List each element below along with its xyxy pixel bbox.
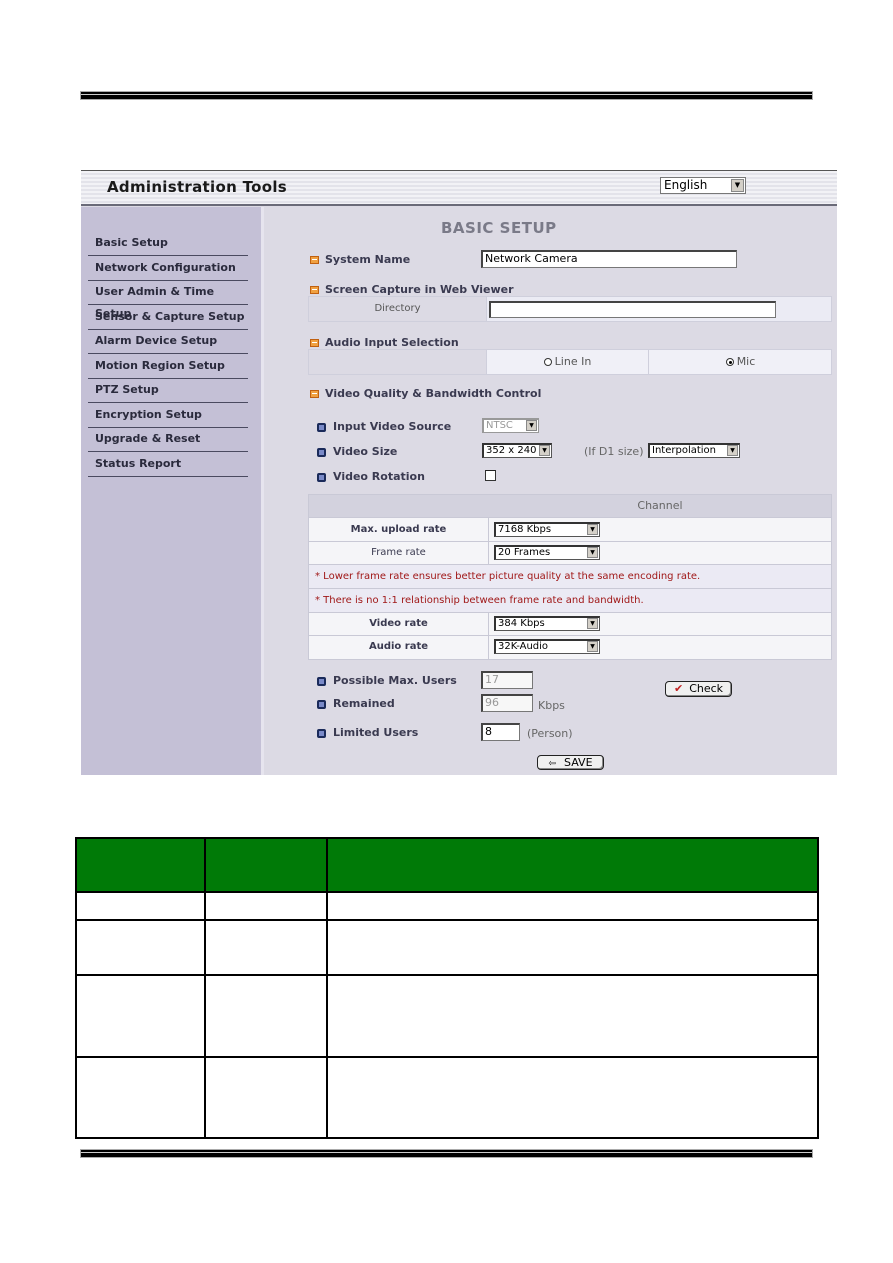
audio-rate-select[interactable]: 32K-Audio ▼ [494,639,600,654]
table-row: Frame rate 20 Frames ▼ [309,542,831,565]
audio-rate-label: Audio rate [309,636,489,659]
bullet-icon [317,447,326,457]
channel-header: Channel [637,499,683,512]
system-name-input[interactable]: Network Camera [481,250,737,268]
sidebar-item-basic-setup[interactable]: Basic Setup [88,232,248,256]
max-upload-rate-select[interactable]: 7168 Kbps ▼ [494,522,600,537]
video-size-select[interactable]: 352 x 240 ▼ [482,443,552,458]
directory-input[interactable] [489,301,776,318]
bullet-icon [317,728,326,738]
radio-icon [543,358,552,366]
bullet-icon [317,472,326,482]
table-row [77,893,817,921]
sidebar-item-user-admin-time-setup[interactable]: User Admin & Time Setup [88,281,248,320]
sidebar-item-network-configuration[interactable]: Network Configuration [88,257,248,281]
sidebar-item-motion-region-setup[interactable]: Motion Region Setup [88,355,248,379]
page-title: BASIC SETUP [441,219,557,237]
video-rotation-checkbox[interactable] [485,470,496,481]
admin-header: Administration Tools English ▼ [81,171,837,206]
table-row: Audio rate 32K-Audio ▼ [309,636,831,659]
audio-input-label: Audio Input Selection [310,336,459,349]
directory-label: Directory [309,297,487,321]
chevron-down-icon: ▼ [587,641,598,652]
sidebar-item-sensor-capture-setup[interactable]: Sensor & Capture Setup [88,306,248,330]
bullet-icon [317,422,326,432]
language-value: English [664,178,708,192]
column-divider [326,839,328,1137]
sidebar-item-ptz-setup[interactable]: PTZ Setup [88,379,248,403]
chevron-down-icon: ▼ [587,618,598,629]
section-icon [310,286,319,294]
footer-rule [81,1150,812,1157]
possible-max-users-label: Possible Max. Users [317,674,457,687]
check-button[interactable]: ✔ Check [665,681,732,697]
bullet-icon [317,676,326,686]
language-select[interactable]: English ▼ [660,177,746,194]
limited-users-unit: (Person) [527,727,573,740]
input-video-source-label: Input Video Source [317,420,451,433]
table-row: Video rate 384 Kbps ▼ [309,613,831,636]
section-icon [310,256,319,264]
save-button[interactable]: ⇦ SAVE [537,755,604,770]
admin-title: Administration Tools [107,178,287,196]
sidebar-item-upgrade-reset[interactable]: Upgrade & Reset [88,428,248,452]
d1-mode-select[interactable]: Interpolation ▼ [648,443,740,458]
note-row: * Lower frame rate ensures better pictur… [309,565,831,589]
table-row [77,921,817,976]
chevron-down-icon: ▼ [727,445,738,456]
frame-rate-note: * Lower frame rate ensures better pictur… [315,571,701,582]
note-row: * There is no 1:1 relationship between f… [309,589,831,613]
table-row: Max. upload rate 7168 Kbps ▼ [309,518,831,542]
audio-input-panel: Line In Mic [308,349,832,375]
frame-rate-select[interactable]: 20 Frames ▼ [494,545,600,560]
bullet-icon [317,699,326,709]
radio-line-in[interactable]: Line In [487,350,649,374]
video-rotation-label: Video Rotation [317,470,425,483]
section-icon [310,339,319,347]
video-quality-label: Video Quality & Bandwidth Control [310,387,541,400]
sidebar: Basic Setup Network Configuration User A… [81,207,264,775]
table-header-row [77,839,817,893]
video-size-label: Video Size [317,445,397,458]
chevron-down-icon: ▼ [731,179,744,192]
chevron-down-icon: ▼ [526,420,537,431]
remained-unit: Kbps [538,699,565,712]
sidebar-item-status-report[interactable]: Status Report [88,453,248,477]
screen-capture-label: Screen Capture in Web Viewer [310,283,514,296]
content-area: BASIC SETUP System Name Network Camera S… [267,207,837,775]
remained-label: Remained [317,697,395,710]
sidebar-item-alarm-device-setup[interactable]: Alarm Device Setup [88,330,248,354]
channel-table: Channel Max. upload rate 7168 Kbps ▼ Fra… [308,494,832,660]
chevron-down-icon: ▼ [587,547,598,558]
bandwidth-note: * There is no 1:1 relationship between f… [315,595,644,606]
max-upload-rate-label: Max. upload rate [309,518,489,541]
remained-input: 96 [481,694,533,712]
video-rate-select[interactable]: 384 Kbps ▼ [494,616,600,631]
directory-panel: Directory [308,296,832,322]
radio-mic[interactable]: Mic [650,350,831,374]
chevron-down-icon: ▼ [539,445,550,456]
system-name-label: System Name [310,253,410,266]
arrow-left-icon: ⇦ [548,759,557,769]
admin-tools-screenshot: Administration Tools English ▼ Basic Set… [81,170,837,775]
chevron-down-icon: ▼ [587,524,598,535]
radio-selected-icon [725,358,734,366]
channel-header-row: Channel [309,495,831,518]
table-row [77,976,817,1058]
input-video-source-select[interactable]: NTSC ▼ [482,418,539,433]
header-rule [81,92,812,99]
limited-users-input[interactable]: 8 [481,723,520,741]
column-divider [204,839,206,1137]
video-rate-label: Video rate [309,613,489,635]
frame-rate-label: Frame rate [309,542,489,564]
d1-size-label: (If D1 size) [584,445,644,458]
sidebar-item-encryption-setup[interactable]: Encryption Setup [88,404,248,428]
description-table [75,837,819,1139]
section-icon [310,390,319,398]
possible-max-users-input: 17 [481,671,533,689]
limited-users-label: Limited Users [317,726,418,739]
checkmark-icon: ✔ [673,682,684,695]
